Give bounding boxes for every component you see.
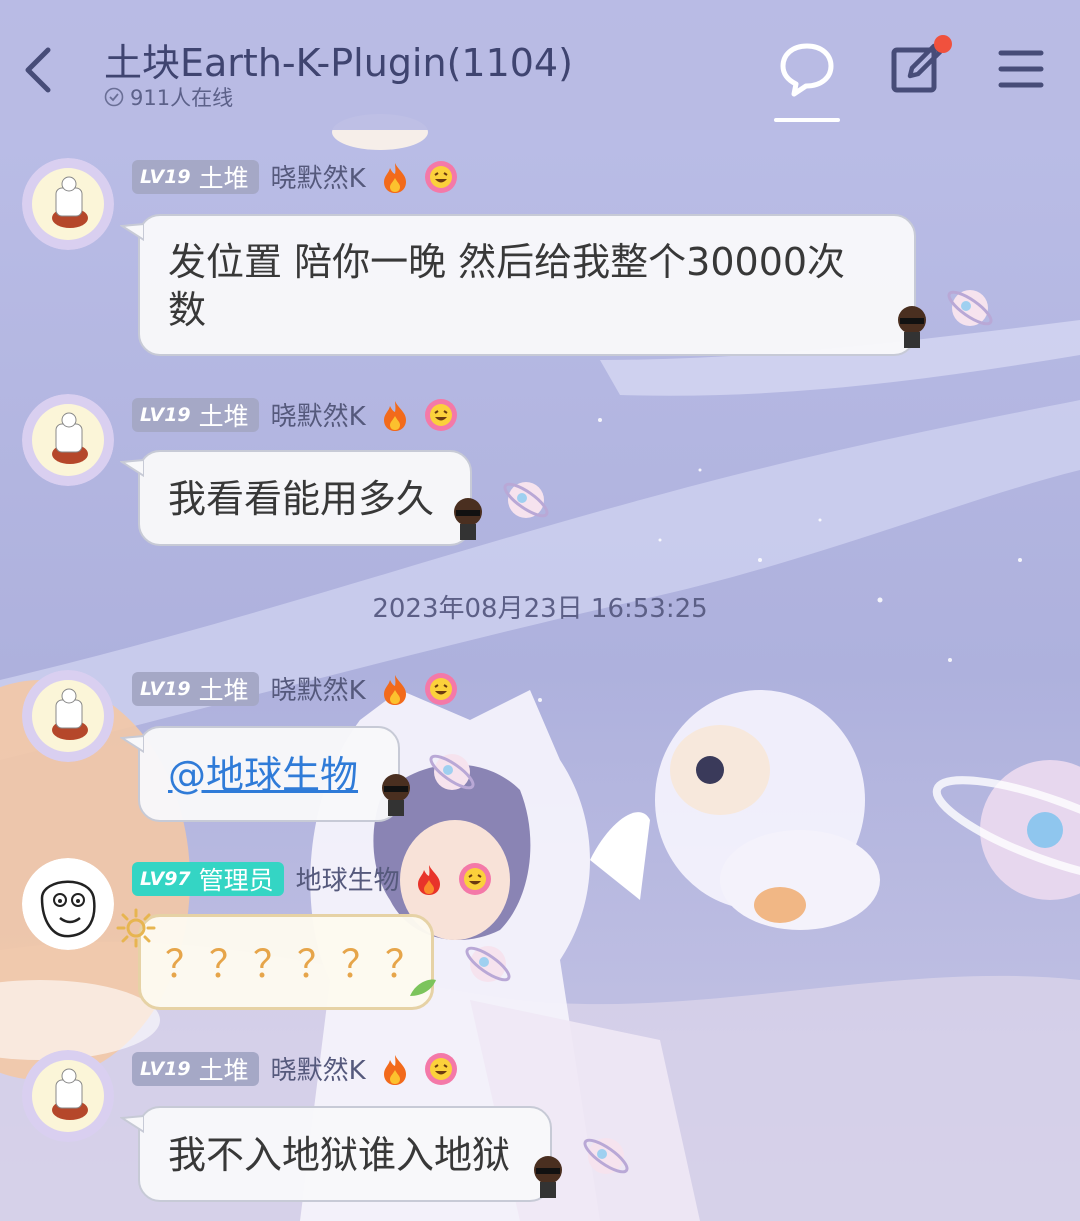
message-timestamp: 2023年08月23日 16:53:25 [372,594,708,624]
message-text: 发位置 陪你一晚 然后给我整个30000次 [168,240,846,284]
planet-sticker-icon [947,290,993,326]
message-item: LV97 管理员 地球生物 ？？？？？？ [0,852,1080,1022]
avatar[interactable] [22,670,114,762]
check-circle-icon [104,87,124,107]
sender-name[interactable]: 晓默然K [271,670,366,707]
avatar[interactable] [22,394,114,486]
level-badge: LV97 管理员 [132,861,284,896]
active-tab-indicator [774,118,840,122]
message-bubble[interactable]: 我看看能用多久 [138,450,472,546]
message-bubble[interactable]: @地球生物 [138,726,400,822]
mention-link[interactable]: @地球生物 [168,753,358,797]
message-meta: LV19 土堆 晓默然K [132,396,458,433]
notification-dot [934,35,952,53]
flower-emoji-icon [424,160,457,193]
level-badge: LV19 土堆 [132,1051,259,1086]
avatar[interactable] [22,858,114,950]
bubble-tail [120,734,144,754]
fire-icon [383,674,406,705]
flower-emoji-icon [424,1052,457,1085]
planet-sticker-icon [465,946,511,982]
fire-icon [417,864,440,895]
message-item: LV19 土堆 晓默然K 发位置 陪你一晚 然后给我整个30000次 数 [0,150,1080,370]
message-text: 我看看能用多久 [168,477,435,521]
level-badge: LV19 土堆 [132,397,259,432]
level-badge: LV19 土堆 [132,671,259,706]
message-item: LV19 土堆 晓默然K 我不入地狱谁入地狱 [0,1042,1080,1221]
sender-name[interactable]: 晓默然K [271,1050,366,1087]
message-text: 我不入地狱谁入地狱 [168,1133,511,1177]
fire-icon [383,1054,406,1085]
planet-sticker-icon [503,482,549,518]
sticker-icon [382,774,410,816]
message-meta: LV19 土堆 晓默然K [132,670,458,707]
bubble-tail [120,1114,144,1134]
level-badge: LV19 土堆 [132,159,259,194]
message-text: ？？？？？？ [165,942,430,986]
message-text: 数 [168,288,207,332]
bubble-tail [120,458,144,478]
message-meta: LV19 土堆 晓默然K [132,158,458,195]
message-meta: LV97 管理员 地球生物 [132,860,492,897]
message-bubble[interactable]: ？？？？？？ [138,914,434,1010]
flower-emoji-icon [458,862,491,895]
avatar[interactable] [22,158,114,250]
message-item: LV19 土堆 晓默然K @地球生物 [0,662,1080,832]
sun-sticker-icon [116,908,156,948]
sender-name[interactable]: 晓默然K [271,396,366,433]
message-bubble[interactable]: 我不入地狱谁入地狱 [138,1106,552,1202]
fire-icon [383,400,406,431]
avatar[interactable] [22,1050,114,1142]
message-item: LV19 土堆 晓默然K 我看看能用多久 [0,388,1080,558]
planet-sticker-icon [429,754,475,790]
sticker-icon [534,1156,562,1198]
message-meta: LV19 土堆 晓默然K [132,1050,458,1087]
planet-sticker-icon [583,1138,629,1174]
group-title[interactable]: 土块Earth-K-Plugin(1104) [104,32,573,87]
bubble-tail [120,222,144,242]
leaf-sticker-icon [410,979,436,996]
menu-icon[interactable] [996,46,1046,92]
chat-header: 土块Earth-K-Plugin(1104) 911人在线 [0,0,1080,130]
sender-name[interactable]: 晓默然K [271,158,366,195]
sticker-icon [898,306,926,348]
online-count: 911人在线 [104,82,233,112]
chat-bubble-icon[interactable] [778,40,836,98]
message-bubble[interactable]: 发位置 陪你一晚 然后给我整个30000次 数 [138,214,916,356]
sticker-icon [454,498,482,540]
online-count-text: 911人在线 [130,86,234,110]
flower-emoji-icon [424,672,457,705]
flower-emoji-icon [424,398,457,431]
fire-icon [383,162,406,193]
sender-name[interactable]: 地球生物 [296,860,400,897]
chevron-left-icon[interactable] [18,40,62,100]
